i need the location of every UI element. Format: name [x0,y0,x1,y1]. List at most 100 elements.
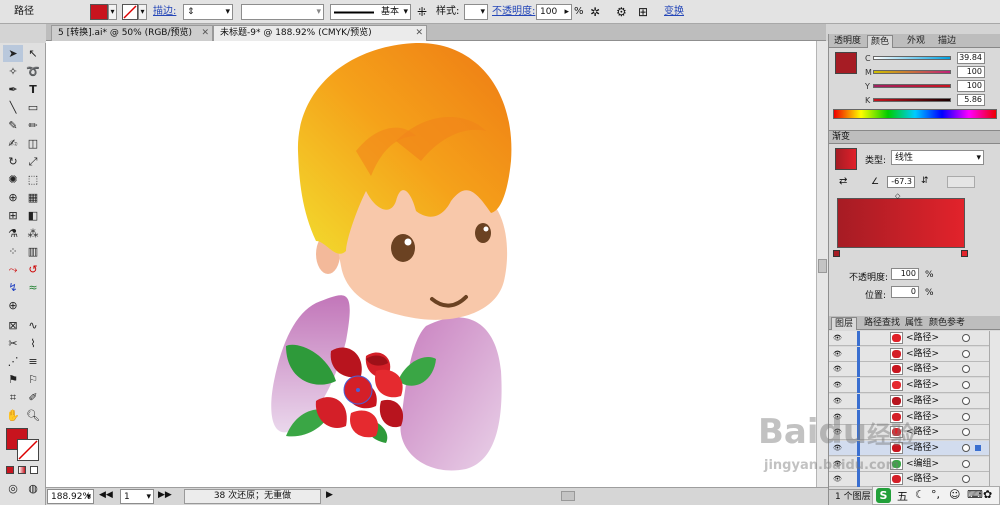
live-paint-tool-icon[interactable]: ⋰ [3,353,23,370]
gradient-mode-button[interactable] [18,466,26,474]
live-paint-selection-icon[interactable]: ⚐ [23,371,43,388]
stroke-dropdown-icon[interactable]: ▾ [138,4,147,20]
artboard-tool-icon[interactable]: ⊕ [3,297,23,314]
layer-row[interactable]: 👁︎ <路径> [829,346,989,362]
moon-icon[interactable]: ☾ [915,488,925,501]
width-tool-icon[interactable]: ⤳ [3,261,23,278]
layer-row[interactable]: 👁︎ <路径> [829,393,989,409]
right-shoulder-shape[interactable] [400,317,502,471]
reshape-tool-icon[interactable]: ↺ [23,261,43,278]
free-transform-tool-icon[interactable]: ⬚ [23,171,43,188]
zoom-tool-icon[interactable]: 🔍︎ [23,407,43,424]
gradient-type-select[interactable]: 线性 ▾ [891,150,984,165]
target-circle-icon[interactable] [962,334,970,342]
layer-row[interactable]: 👁︎ <路径> [829,331,989,346]
target-circle-icon[interactable] [962,349,970,358]
none-mode-button[interactable] [30,466,38,474]
eraser-tool-icon[interactable]: ◫ [23,135,43,152]
status-arrow-icon[interactable]: ▶ [326,490,333,500]
visibility-eye-icon[interactable]: 👁︎ [833,334,842,342]
first-artboard-icon[interactable]: ◀◀ [99,490,113,500]
channel-m-value[interactable]: 100 [957,66,985,78]
tab-appearance[interactable]: 外观 [904,35,928,48]
recolor-icon[interactable]: ✲ [590,0,600,24]
paintbrush-tool-icon[interactable]: ✎ [3,117,23,134]
midpoint-diamond-icon[interactable]: ◇ [895,192,900,200]
tab-color[interactable]: 颜色 [867,35,894,48]
last-artboard-icon[interactable]: ▶▶ [158,490,172,500]
channel-m-slider[interactable] [873,70,951,74]
layer-name[interactable]: <路径> [906,379,939,391]
channel-c-value[interactable]: 39.84 [957,52,985,64]
gradient-ramp[interactable] [837,198,965,248]
column-graph-tool-icon[interactable]: ▥ [23,243,43,260]
target-circle-icon[interactable] [962,459,970,468]
target-circle-icon[interactable] [962,412,970,421]
blob-brush-tool-icon[interactable]: ✍ [3,135,23,152]
close-icon[interactable]: ✕ [201,26,209,41]
close-icon[interactable]: ✕ [415,26,423,41]
gradient-stop-left[interactable] [833,250,840,257]
screen-mode-icon[interactable]: ◍ [23,480,43,497]
target-circle-icon[interactable] [962,365,970,374]
gradient-preview-swatch[interactable] [835,148,857,170]
channel-k-slider[interactable] [873,98,951,102]
layer-name[interactable]: <编组> [906,458,939,470]
stop-opacity-field[interactable]: 100 [891,268,919,280]
eraser-alt-tool-icon[interactable]: ✐ [23,389,43,406]
layer-row[interactable]: 👁︎ <路径> [829,362,989,378]
rectangle-tool-icon[interactable]: ▭ [23,99,43,116]
live-paint-bucket-icon[interactable]: ⚑ [3,371,23,388]
layer-name[interactable]: <路径> [906,363,939,375]
reverse-gradient-icon[interactable]: ⇄ [839,176,847,187]
channel-y-value[interactable]: 100 [957,80,985,92]
align-icon[interactable]: ⁜ [417,0,427,24]
keyboard-icon[interactable]: ⌨ [967,488,983,501]
visibility-eye-icon[interactable]: 👁︎ [833,365,842,373]
color-mode-button[interactable] [6,466,14,474]
shape-builder-tool-icon[interactable]: ⊕ [3,189,23,206]
stroke-swatch-big[interactable] [17,439,39,461]
line-tool-icon[interactable]: ╲ [3,99,23,116]
stroke-none-swatch[interactable] [122,4,138,20]
anchor-point-handle[interactable] [356,388,360,392]
visibility-eye-icon[interactable]: 👁︎ [833,475,842,483]
layers-scrollbar[interactable] [989,331,1000,489]
hand-tool-icon[interactable]: ✋ [3,407,23,424]
symbol-sprayer-tool-icon[interactable]: ⁘ [3,243,23,260]
ime-mode-label[interactable]: 五 [897,488,908,504]
tab-stroke[interactable]: 描边 [935,35,959,48]
fill-color-swatch[interactable] [90,4,108,20]
transform-link[interactable]: 变换 [664,0,684,24]
slice-select-tool-icon[interactable]: ∿ [23,317,43,334]
tab-document-1[interactable]: 5 [转换].ai* @ 50% (RGB/预览) ✕ [51,25,213,41]
layer-name[interactable]: <路径> [906,332,939,344]
visibility-eye-icon[interactable]: 👁︎ [833,350,842,358]
color-spectrum-bar[interactable] [833,109,997,119]
magic-wand-tool-icon[interactable]: ✧ [3,63,23,80]
selection-tool-icon[interactable]: ➤ [3,45,23,62]
tab-transparency[interactable]: 透明度 [831,35,864,48]
tab-document-2[interactable]: 未标题-9* @ 188.92% (CMYK/预览) ✕ [213,25,427,41]
punctuation-icon[interactable]: °, [931,488,940,501]
sogou-s-icon[interactable]: S [876,488,891,503]
selection-indicator[interactable] [975,444,981,451]
smooth-tool-icon[interactable]: ≈ [23,279,43,296]
horizontal-scroll-thumb[interactable] [561,491,575,501]
skin-icon[interactable]: ✿ [983,488,992,501]
left-eye-shape[interactable] [391,234,415,262]
target-circle-icon[interactable] [962,475,970,484]
target-circle-icon[interactable] [962,396,970,405]
slice-tool-icon[interactable]: ⊠ [3,317,23,334]
variable-width-field[interactable]: ▾ [241,4,324,20]
layer-name[interactable]: <路径> [906,348,939,360]
eyedropper-tool-icon[interactable]: ⚗ [3,225,23,242]
pencil-tool-icon[interactable]: ✏ [23,117,43,134]
warp-tool-icon[interactable]: ✺ [3,171,23,188]
opacity-field[interactable]: 100 ▸ [536,4,572,20]
visibility-eye-icon[interactable]: 👁︎ [833,397,842,405]
tab-pathfinder[interactable]: 路径查找 [861,317,903,330]
petal-shape[interactable] [379,399,404,428]
tab-attributes[interactable]: 属性 [902,317,926,330]
rotate-tool-icon[interactable]: ↻ [3,153,23,170]
